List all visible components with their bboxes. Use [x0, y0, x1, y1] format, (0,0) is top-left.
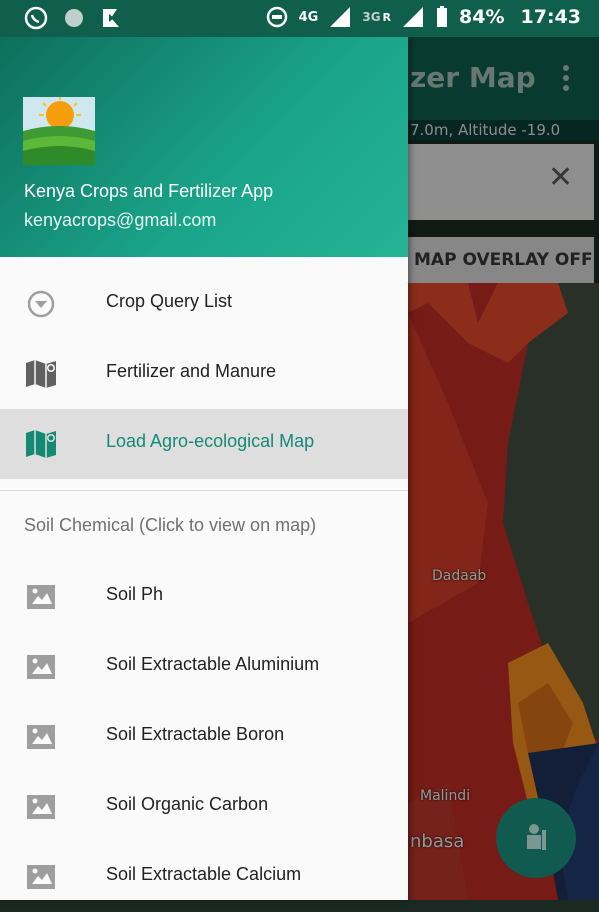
nav-item-soil-organic-carbon[interactable]: Soil Organic Carbon [0, 772, 408, 842]
drawer-divider [0, 490, 408, 491]
drawer-scrim[interactable] [408, 37, 599, 900]
nav-item-soil-extractable-calcium[interactable]: Soil Extractable Calcium [0, 842, 408, 912]
dot-icon [65, 9, 83, 27]
dropdown-circle-icon [27, 290, 55, 318]
nav-item-soil-extractable-aluminium[interactable]: Soil Extractable Aluminium [0, 632, 408, 702]
signal-icon-2 [403, 7, 424, 27]
image-icon [27, 865, 55, 889]
image-icon [27, 655, 55, 679]
nav-item-fertilizer-and-manure[interactable]: Fertilizer and Manure [0, 339, 408, 409]
nav-item-label: Soil Organic Carbon [106, 794, 269, 814]
map-icon [26, 360, 56, 388]
roaming-indicator: R [382, 10, 392, 24]
nav-item-label: Soil Ph [106, 584, 164, 604]
account-email: kenyacrops@gmail.com [24, 210, 217, 230]
sync-icon [266, 6, 287, 28]
network-3g: 3G [362, 10, 381, 24]
nav-item-label: Load Agro-ecological Map [106, 431, 315, 451]
drawer-header: Kenya Crops and Fertilizer App kenyacrop… [0, 37, 408, 257]
image-icon [27, 725, 55, 749]
nav-item-label: Soil Extractable Aluminium [106, 654, 320, 674]
nav-item-label: Soil Extractable Calcium [106, 864, 302, 884]
whatsapp-icon [24, 6, 48, 30]
battery-percent: 84% [459, 6, 505, 28]
nav-item-soil-ph[interactable]: Soil Ph [0, 562, 408, 632]
navigation-drawer: Kenya Crops and Fertilizer App kenyacrop… [0, 37, 408, 900]
clock: 17:43 [520, 6, 581, 28]
app-name: Kenya Crops and Fertilizer App [24, 181, 274, 201]
image-icon [27, 795, 55, 819]
nav-item-soil-extractable-boron[interactable]: Soil Extractable Boron [0, 702, 408, 772]
status-bar: 4G 3G R 84% 17:43 [0, 0, 599, 37]
battery-icon [437, 6, 448, 27]
media-icon [103, 9, 119, 27]
section-header-soil-chemical: Soil Chemical (Click to view on map) [24, 515, 317, 535]
nav-item-load-agro-ecological-map[interactable]: Load Agro-ecological Map [0, 409, 408, 479]
nav-item-label: Fertilizer and Manure [106, 361, 277, 381]
image-icon [27, 585, 55, 609]
app-logo [23, 97, 95, 165]
network-4g: 4G [298, 9, 319, 25]
signal-icon [330, 7, 351, 27]
nav-item-crop-query-list[interactable]: Crop Query List [0, 269, 408, 339]
nav-item-label: Crop Query List [106, 291, 233, 311]
nav-item-label: Soil Extractable Boron [106, 724, 285, 744]
map-icon [26, 430, 56, 458]
